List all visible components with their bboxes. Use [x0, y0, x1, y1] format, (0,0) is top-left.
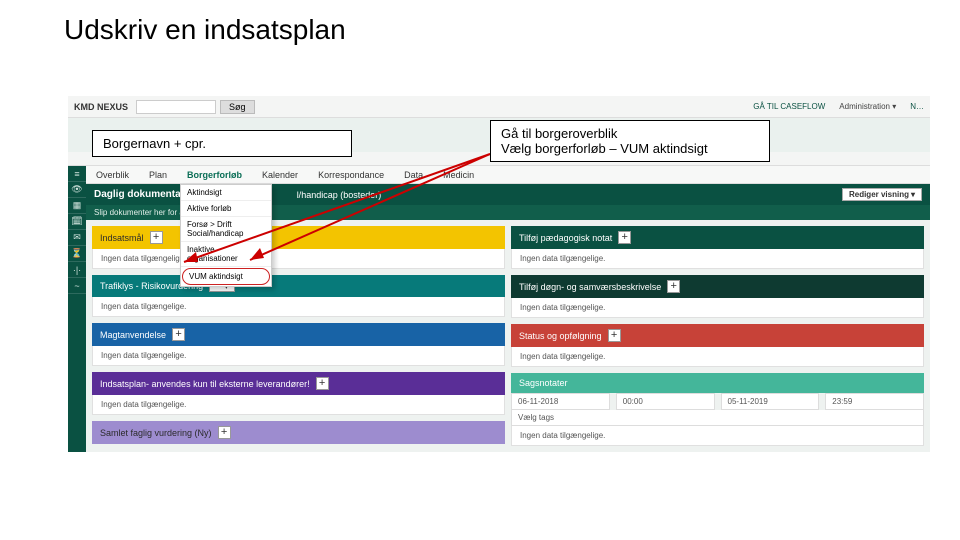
card-body: Ingen data tilgængelige. — [511, 347, 924, 367]
plus-icon[interactable]: + — [618, 231, 631, 244]
date-from[interactable]: 06-11-2018 — [511, 393, 610, 410]
tags-field[interactable]: Vælg tags — [511, 410, 924, 426]
plus-icon[interactable]: + — [667, 280, 680, 293]
callout-right: Gå til borgeroverblik Vælg borgerforløb … — [490, 120, 770, 162]
card-sagsnotater[interactable]: Sagsnotater — [511, 373, 924, 393]
plus-icon[interactable]: + — [150, 231, 163, 244]
search-input[interactable] — [136, 100, 216, 114]
plus-icon[interactable]: + — [608, 329, 621, 342]
caseflow-link[interactable]: GÅ TIL CASEFLOW — [753, 102, 825, 111]
card-title: Indsatsplan- anvendes kun til eksterne l… — [100, 379, 310, 389]
tab-overblik[interactable]: Overblik — [86, 168, 139, 182]
page-header-title: Daglig dokumenta — [94, 189, 181, 200]
card-title: Tilføj pædagogisk notat — [519, 233, 612, 243]
callout-right-line1: Gå til borgeroverblik — [501, 126, 759, 141]
logo: KMD NEXUS — [74, 102, 128, 112]
time-to[interactable]: 23:59 — [825, 393, 924, 410]
card-indsatsplan[interactable]: Indsatsplan- anvendes kun til eksterne l… — [92, 372, 505, 395]
card-body: Ingen data tilgængelige. — [511, 426, 924, 446]
card-title: Sagsnotater — [519, 378, 568, 388]
card-dogn[interactable]: Tilføj døgn- og samværsbeskrivelse + — [511, 275, 924, 298]
card-title: Indsatsmål — [100, 233, 144, 243]
time-from[interactable]: 00:00 — [616, 393, 715, 410]
card-title: Samlet faglig vurdering (Ny) — [100, 428, 212, 438]
tab-plan[interactable]: Plan — [139, 168, 177, 182]
sidebar-icon[interactable]: ▦ — [68, 198, 86, 214]
slide-title: Udskriv en indsatsplan — [0, 0, 960, 56]
card-body: Ingen data tilgængelige. — [511, 249, 924, 269]
card-title: Status og opfølgning — [519, 331, 602, 341]
card-status[interactable]: Status og opfølgning + — [511, 324, 924, 347]
callout-left: Borgernavn + cpr. — [92, 130, 352, 157]
card-samlet[interactable]: Samlet faglig vurdering (Ny) + — [92, 421, 505, 444]
sidebar-icon[interactable]: ✉ — [68, 230, 86, 246]
card-title: Tilføj døgn- og samværsbeskrivelse — [519, 282, 661, 292]
user-menu[interactable]: N… — [910, 102, 924, 111]
card-body: Ingen data tilgængelige. — [92, 297, 505, 317]
sidebar-icon[interactable]: ~ — [68, 278, 86, 294]
card-body: Ingen data tilgængelige. — [92, 395, 505, 415]
card-paed[interactable]: Tilføj pædagogisk notat + — [511, 226, 924, 249]
topbar: KMD NEXUS Søg GÅ TIL CASEFLOW Administra… — [68, 96, 930, 118]
plus-icon[interactable]: + — [218, 426, 231, 439]
plus-icon[interactable]: + — [316, 377, 329, 390]
card-body: Ingen data tilgængelige. — [92, 346, 505, 366]
admin-menu[interactable]: Administration ▾ — [839, 102, 896, 111]
edit-view-button[interactable]: Rediger visning ▾ — [842, 188, 922, 201]
card-trafiklys[interactable]: Trafiklys - Risikovurdering -- ▾ — [92, 275, 505, 297]
sidebar-icon[interactable]: 👁 — [68, 182, 86, 198]
sidebar: ≡ 👁 ▦ 🗓 ✉ ⏳ ·|· ~ — [68, 166, 86, 452]
card-magt[interactable]: Magtanvendelse + — [92, 323, 505, 346]
sidebar-icon[interactable]: 🗓 — [68, 214, 86, 230]
chevron-down-icon: ▾ — [911, 190, 915, 199]
dropdown-vum[interactable]: VUM aktindsigt — [182, 268, 270, 285]
sidebar-icon[interactable]: ≡ — [68, 166, 86, 182]
edit-view-label: Rediger visning — [849, 190, 909, 199]
search-button[interactable]: Søg — [220, 100, 255, 114]
card-title: Magtanvendelse — [100, 330, 166, 340]
sidebar-icon[interactable]: ·|· — [68, 262, 86, 278]
callout-right-line2: Vælg borgerforløb – VUM aktindsigt — [501, 141, 759, 156]
date-to[interactable]: 05-11-2019 — [721, 393, 820, 410]
sidebar-icon[interactable]: ⏳ — [68, 246, 86, 262]
plus-icon[interactable]: + — [172, 328, 185, 341]
card-body: Ingen data tilgængelige. — [511, 298, 924, 318]
